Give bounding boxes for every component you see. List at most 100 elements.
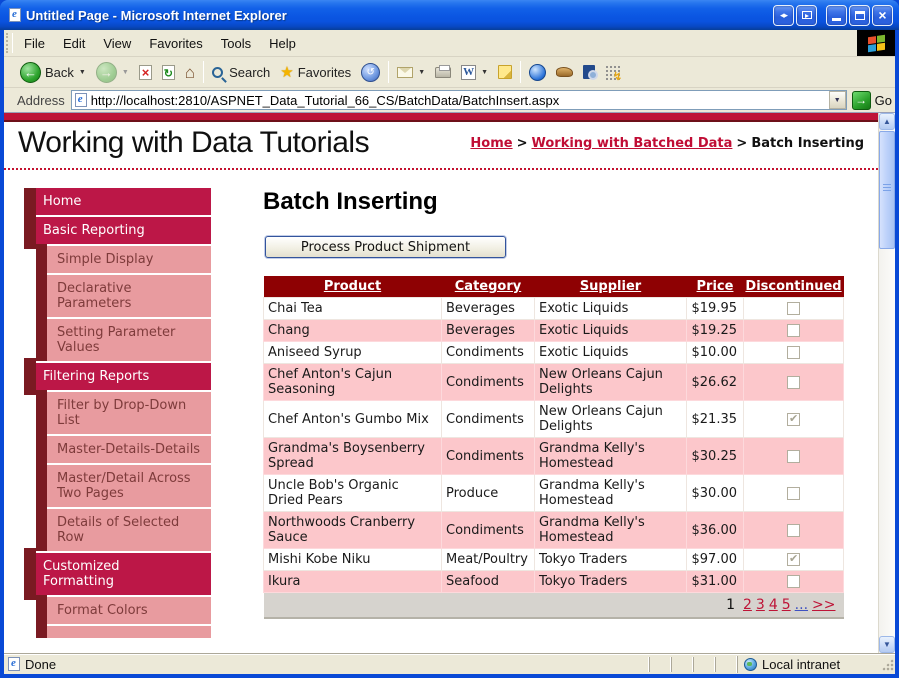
forward-button[interactable]: → ▼ — [91, 60, 134, 85]
menu-help[interactable]: Help — [260, 30, 305, 56]
pager-page-3-link[interactable]: 3 — [756, 597, 765, 613]
scrollbar-track[interactable] — [879, 250, 895, 636]
cell-supplier: Grandma Kelly's Homestead — [535, 475, 687, 512]
menu-edit[interactable]: Edit — [54, 30, 94, 56]
close-button[interactable]: × — [872, 5, 893, 26]
discontinued-checkbox — [787, 346, 800, 359]
edit-with-word-button[interactable]: W ▼ — [456, 63, 493, 82]
research-button[interactable] — [578, 63, 600, 81]
address-url[interactable]: http://localhost:2810/ASPNET_Data_Tutori… — [91, 93, 829, 108]
sidebar-item-master-detail-two-pages[interactable]: Master/Detail Across Two Pages — [47, 465, 211, 507]
discuss-button[interactable] — [493, 63, 517, 81]
window-switch-button[interactable] — [796, 5, 817, 26]
back-dropdown-icon[interactable]: ▼ — [79, 69, 86, 76]
menu-favorites[interactable]: Favorites — [140, 30, 211, 56]
breadcrumb-home-link[interactable]: Home — [470, 136, 512, 151]
cell-product: Aniseed Syrup — [264, 342, 442, 364]
sort-category-link[interactable]: Category — [455, 279, 521, 294]
pan-arrows-button[interactable]: ◂▸ — [773, 5, 794, 26]
capture-button[interactable] — [600, 63, 625, 82]
go-button[interactable]: → Go — [852, 91, 892, 110]
sidebar-item-filtering-reports[interactable]: Filtering Reports — [36, 363, 211, 390]
back-button[interactable]: ← Back ▼ — [15, 60, 91, 85]
pager-next-link[interactable]: >> — [812, 597, 835, 613]
discontinued-checkbox — [787, 553, 800, 566]
history-button[interactable]: ↺ — [356, 61, 385, 84]
sidebar-item-basic-reporting[interactable]: Basic Reporting — [36, 217, 211, 244]
pager-page-5-link[interactable]: 5 — [782, 597, 791, 613]
scroll-up-button[interactable]: ▲ — [879, 113, 895, 130]
pixel-grid-icon — [605, 65, 620, 80]
sidebar-item-setting-parameter-values[interactable]: Setting Parameter Values — [47, 319, 211, 361]
cell-category: Produce — [442, 475, 535, 512]
address-dropdown-button[interactable]: ▼ — [829, 91, 846, 109]
cell-product: Chef Anton's Cajun Seasoning — [264, 364, 442, 401]
toolbar-grip[interactable] — [6, 33, 13, 53]
sort-product-link[interactable]: Product — [324, 279, 381, 294]
addon-icon — [556, 67, 573, 77]
discontinued-checkbox — [787, 524, 800, 537]
search-button[interactable]: Search — [207, 63, 275, 82]
mail-button[interactable]: ▼ — [392, 65, 430, 80]
status-pane — [671, 657, 693, 672]
page-favicon — [75, 93, 87, 107]
sidebar-item-customized-formatting[interactable]: Customized Formatting — [36, 553, 211, 595]
discontinued-checkbox — [787, 413, 800, 426]
print-button[interactable] — [430, 65, 456, 80]
left-right-arrows-icon: ◂▸ — [780, 11, 787, 20]
cell-price: $19.25 — [687, 320, 744, 342]
cell-supplier: New Orleans Cajun Delights — [535, 401, 687, 438]
cell-category: Beverages — [442, 298, 535, 320]
sidebar-item-filter-by-dropdown-list[interactable]: Filter by Drop-Down List — [47, 392, 211, 434]
zone-label: Local intranet — [762, 657, 840, 672]
maximize-button[interactable] — [849, 5, 870, 26]
go-label: Go — [875, 93, 892, 108]
menu-file[interactable]: File — [15, 30, 54, 56]
stop-button[interactable] — [134, 63, 157, 82]
nav-group-basic-reporting: Basic Reporting Simple Display Declarati… — [24, 217, 211, 361]
messenger-sphere-icon — [529, 64, 546, 81]
cell-supplier: Exotic Liquids — [535, 320, 687, 342]
browser-window: Untitled Page - Microsoft Internet Explo… — [0, 0, 899, 678]
pager-ellipsis-link[interactable]: ... — [795, 597, 808, 613]
sort-price-link[interactable]: Price — [697, 279, 734, 294]
home-button[interactable]: ⌂ — [180, 62, 200, 83]
cell-supplier: Tokyo Traders — [535, 571, 687, 593]
sidebar-item-master-details-details[interactable]: Master-Details-Details — [47, 436, 211, 463]
cell-product: Grandma's Boysenberry Spread — [264, 438, 442, 475]
address-input[interactable]: http://localhost:2810/ASPNET_Data_Tutori… — [71, 90, 847, 110]
refresh-button[interactable] — [157, 63, 180, 82]
status-bar: Done Local intranet — [4, 653, 895, 674]
menu-tools[interactable]: Tools — [212, 30, 260, 56]
breadcrumb-parent-link[interactable]: Working with Batched Data — [531, 136, 732, 151]
sidebar-item-home[interactable]: Home — [36, 188, 211, 215]
sidebar-item-format-colors[interactable]: Format Colors — [47, 597, 211, 624]
sidebar-item-declarative-parameters[interactable]: Declarative Parameters — [47, 275, 211, 317]
standard-buttons-toolbar: ← Back ▼ → ▼ ⌂ Search ★ Favorites ↺ — [4, 57, 895, 88]
nav-group-customized-formatting: Customized Formatting Format Colors — [24, 553, 211, 638]
toolbar-separator — [520, 61, 521, 83]
scroll-down-button[interactable]: ▼ — [879, 636, 895, 653]
sidebar-item-clipped[interactable] — [47, 626, 211, 638]
pager-page-2-link[interactable]: 2 — [743, 597, 752, 613]
cell-category: Meat/Poultry — [442, 549, 535, 571]
mail-dropdown-icon[interactable]: ▼ — [418, 69, 425, 76]
minimize-button[interactable] — [826, 5, 847, 26]
word-dropdown-icon[interactable]: ▼ — [481, 69, 488, 76]
messenger-button[interactable] — [524, 62, 551, 83]
scrollbar-thumb[interactable] — [879, 131, 895, 249]
resize-grip[interactable] — [881, 658, 894, 671]
pager-page-4-link[interactable]: 4 — [769, 597, 778, 613]
favorites-button[interactable]: ★ Favorites — [275, 63, 356, 82]
sort-discontinued-link[interactable]: Discontinued — [745, 279, 841, 294]
sidebar-item-details-of-selected-row[interactable]: Details of Selected Row — [47, 509, 211, 551]
menu-view[interactable]: View — [94, 30, 140, 56]
back-label: Back — [45, 65, 74, 80]
table-row: Uncle Bob's Organic Dried Pears Produce … — [264, 475, 844, 512]
addon-button[interactable] — [551, 65, 578, 79]
discontinued-checkbox — [787, 575, 800, 588]
process-product-shipment-button[interactable]: Process Product Shipment — [265, 236, 506, 258]
sort-supplier-link[interactable]: Supplier — [580, 279, 641, 294]
sidebar-item-simple-display[interactable]: Simple Display — [47, 246, 211, 273]
breadcrumb-current: Batch Inserting — [751, 136, 864, 151]
